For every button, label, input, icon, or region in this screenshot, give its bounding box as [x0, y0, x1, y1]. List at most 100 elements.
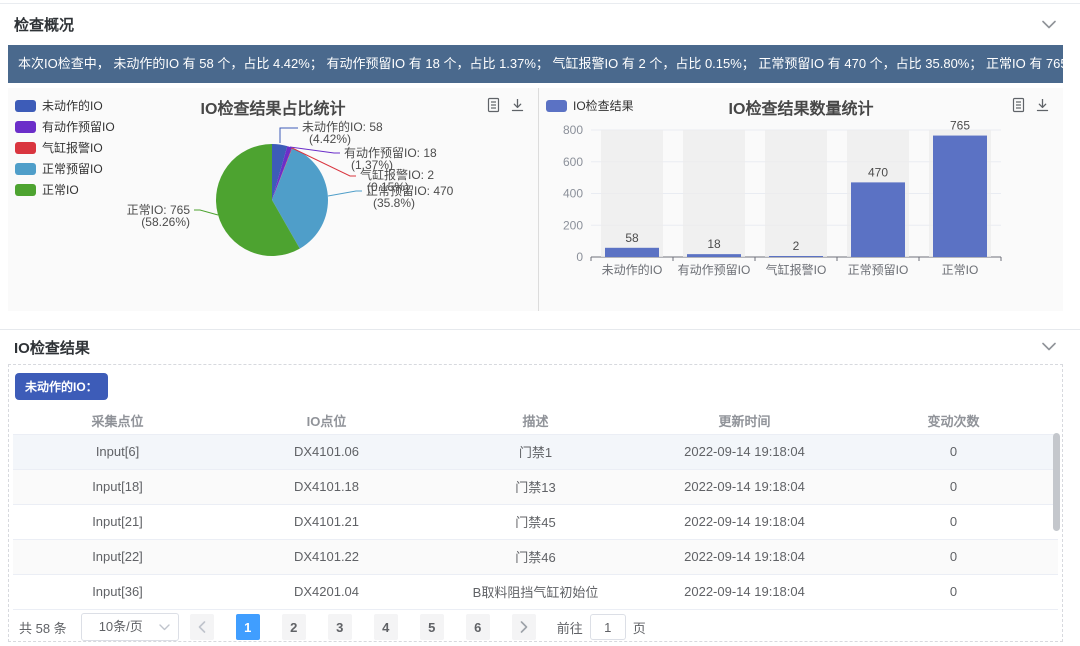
pie-chart-panel: 未动作的IO有动作预留IO气缸报警IO正常预留IO正常IO IO检查结果占比统计…	[8, 88, 538, 311]
table-cell: DX4101.22	[222, 539, 431, 574]
table-column-header: 采集点位	[13, 407, 222, 434]
pie-toolbox	[486, 97, 526, 113]
bar-value-label: 765	[950, 119, 970, 133]
table-row[interactable]: Input[6]DX4101.06门禁12022-09-14 19:18:040	[13, 434, 1058, 469]
pie-label-leader-line	[328, 191, 362, 196]
y-axis-tick-label: 600	[563, 155, 583, 169]
legend-label: 正常预留IO	[42, 160, 103, 177]
results-collapse-chevron-down-icon[interactable]	[1042, 343, 1056, 352]
save-image-download-icon[interactable]	[1035, 97, 1051, 113]
table-row[interactable]: Input[18]DX4101.18门禁132022-09-14 19:18:0…	[13, 469, 1058, 504]
table-cell: 2022-09-14 19:18:04	[640, 574, 849, 609]
bar-value-label: 58	[625, 231, 639, 245]
table-column-header: 更新时间	[640, 407, 849, 434]
legend-label: 有动作预留IO	[42, 118, 115, 135]
pie-label-percent: (4.42%)	[309, 132, 351, 146]
table-cell: Input[18]	[13, 469, 222, 504]
charts-row: 未动作的IO有动作预留IO气缸报警IO正常预留IO正常IO IO检查结果占比统计…	[8, 88, 1063, 311]
legend-label: 正常IO	[42, 181, 79, 198]
page-number-button[interactable]: 4	[374, 614, 398, 640]
legend-item[interactable]: 正常预留IO	[15, 158, 115, 179]
legend-item[interactable]: 正常IO	[15, 179, 115, 200]
table-cell: Input[22]	[13, 539, 222, 574]
bar[interactable]	[851, 182, 905, 257]
pagination-total: 共 58 条	[19, 618, 67, 637]
table-cell: Input[36]	[13, 574, 222, 609]
table-cell: Input[21]	[13, 504, 222, 539]
table-cell: DX4101.21	[222, 504, 431, 539]
results-container: 未动作的IO： 采集点位IO点位描述更新时间变动次数 Input[6]DX410…	[8, 364, 1063, 642]
table-row[interactable]: Input[36]DX4201.04B取料阻挡气缸初始位2022-09-14 1…	[13, 574, 1058, 609]
data-view-icon[interactable]	[1011, 97, 1027, 113]
bar-chart-panel: IO检查结果 IO检查结果数量统计 020040060080058未动作的IO1…	[538, 88, 1063, 311]
goto-page-input[interactable]	[590, 614, 626, 640]
page-number-button[interactable]: 3	[328, 614, 352, 640]
page-size-select[interactable]: 10条/页	[81, 613, 179, 641]
legend-swatch	[15, 142, 36, 154]
pie-label-percent: (35.8%)	[373, 196, 415, 210]
legend-item[interactable]: IO检查结果	[546, 95, 634, 116]
pie-legend: 未动作的IO 有动作预留IO 气缸报警IO 正常预留IO 正常IO	[15, 95, 115, 200]
next-page-button[interactable]	[512, 614, 536, 640]
table-header-row: 采集点位IO点位描述更新时间变动次数	[13, 407, 1058, 434]
page-number-button[interactable]: 2	[282, 614, 306, 640]
bar-chart[interactable]: 020040060080058未动作的IO18有动作预留IO2气缸报警IO470…	[539, 88, 1063, 311]
pie-label-leader-line	[280, 128, 298, 143]
table-cell: 门禁1	[431, 434, 640, 469]
legend-swatch	[546, 100, 567, 112]
table-cell: 0	[849, 504, 1058, 539]
save-image-download-icon[interactable]	[510, 97, 526, 113]
x-axis-category-label: 气缸报警IO	[766, 262, 827, 277]
x-axis-category-label: 正常预留IO	[848, 263, 909, 277]
y-axis-tick-label: 0	[576, 250, 583, 264]
chevron-right-icon	[520, 621, 528, 633]
pie-label-percent: (58.26%)	[141, 215, 190, 229]
page-number-button[interactable]: 5	[420, 614, 444, 640]
table-cell: 0	[849, 469, 1058, 504]
table-row[interactable]: Input[22]DX4101.22门禁462022-09-14 19:18:0…	[13, 539, 1058, 574]
overview-collapse-chevron-down-icon[interactable]	[1042, 20, 1056, 29]
legend-label: 气缸报警IO	[42, 139, 103, 156]
table-cell: 2022-09-14 19:18:04	[640, 434, 849, 469]
legend-swatch	[15, 100, 36, 112]
overview-section-header: 检查概况	[0, 4, 1080, 45]
y-axis-tick-label: 200	[563, 218, 583, 232]
table-cell: 门禁45	[431, 504, 640, 539]
bar[interactable]	[605, 248, 659, 257]
y-axis-tick-label: 800	[563, 123, 583, 137]
select-chevron-down-icon	[159, 624, 170, 631]
legend-label: IO检查结果	[573, 97, 634, 114]
table-cell: DX4101.18	[222, 469, 431, 504]
x-axis-category-label: 有动作预留IO	[678, 263, 751, 277]
legend-item[interactable]: 有动作预留IO	[15, 116, 115, 137]
legend-swatch	[15, 163, 36, 175]
table-column-header: 描述	[431, 407, 640, 434]
page-number-button[interactable]: 6	[466, 614, 490, 640]
table-cell: DX4101.06	[222, 434, 431, 469]
legend-swatch	[15, 121, 36, 133]
io-results-table: 采集点位IO点位描述更新时间变动次数 Input[6]DX4101.06门禁12…	[13, 407, 1058, 610]
bar-toolbox	[1011, 97, 1051, 113]
bar[interactable]	[933, 136, 987, 257]
table-cell: 门禁13	[431, 469, 640, 504]
prev-page-button[interactable]	[190, 614, 214, 640]
table-cell: DX4201.04	[222, 574, 431, 609]
table-cell: 0	[849, 539, 1058, 574]
table-cell: 2022-09-14 19:18:04	[640, 504, 849, 539]
data-view-icon[interactable]	[486, 97, 502, 113]
legend-item[interactable]: 未动作的IO	[15, 95, 115, 116]
table-cell: 0	[849, 434, 1058, 469]
page-size-value: 10条/页	[99, 619, 143, 634]
goto-label: 前往	[557, 618, 583, 637]
bar[interactable]	[687, 254, 741, 257]
table-scrollbar-thumb[interactable]	[1053, 433, 1060, 531]
bar[interactable]	[769, 256, 823, 257]
page-number-button[interactable]: 1	[236, 614, 260, 640]
table-row[interactable]: Input[21]DX4101.21门禁452022-09-14 19:18:0…	[13, 504, 1058, 539]
goto-page-group: 前往 页	[557, 614, 646, 640]
y-axis-tick-label: 400	[563, 187, 583, 201]
results-section-header: IO检查结果	[0, 330, 1080, 364]
table-cell: 2022-09-14 19:18:04	[640, 469, 849, 504]
legend-item[interactable]: 气缸报警IO	[15, 137, 115, 158]
bar-value-label: 18	[707, 237, 721, 251]
